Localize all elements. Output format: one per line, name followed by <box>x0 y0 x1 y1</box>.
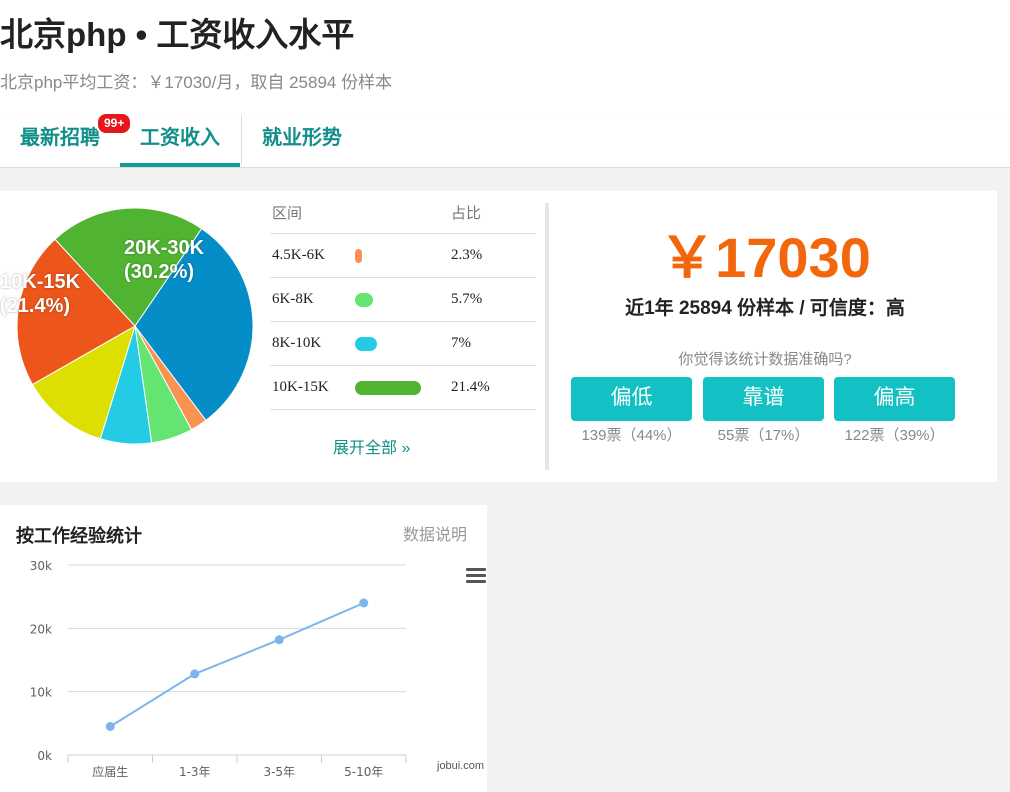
tab-employment-trend[interactable]: 就业形势 <box>242 115 362 165</box>
data-point[interactable] <box>359 598 369 608</box>
table-row: 6K-8K 5.7% <box>270 278 536 322</box>
row-pct: 2.3% <box>451 247 483 263</box>
tab-bar: 最新招聘 99+ 工资收入 就业形势 <box>0 112 1010 169</box>
experience-line-chart: 0k 10k 20k 30k 应届生 1-3年 3-5年 5-10年 <box>30 559 407 779</box>
vote-accurate-count: 55票（17%） <box>717 427 810 444</box>
row-pct: 5.7% <box>451 291 483 307</box>
pie-label-range: 20K-30K <box>124 237 205 259</box>
experience-panel: 按工作经验统计 数据说明 0k 10k 20k 30k 应届生 1-3年 3-5年 5-10年… <box>0 505 487 792</box>
x-tick-label: 应届生 <box>92 764 128 779</box>
row-pct: 7% <box>451 335 471 351</box>
salary-distribution-panel: 20K-30K (30.2%) 10K-15K (21.4%) 区间 占比 4.… <box>0 191 997 482</box>
header-range: 区间 <box>272 206 303 222</box>
pie-label-10k-15k: 10K-15K (21.4%) <box>0 270 80 318</box>
page-subtitle: 北京php平均工资：￥17030/月，取自 25894 份样本 <box>0 73 393 92</box>
average-salary: ￥17030 <box>659 226 871 289</box>
tab-label: 就业形势 <box>262 127 342 149</box>
vote-accurate-button[interactable]: 靠谱 <box>703 377 824 421</box>
row-bar <box>355 249 363 263</box>
vote-low-button[interactable]: 偏低 <box>571 377 692 421</box>
data-point[interactable] <box>105 722 115 731</box>
table-header: 区间 占比 <box>270 195 536 234</box>
tab-label: 最新招聘 <box>20 127 100 149</box>
pie-label-20k-30k: 20K-30K (30.2%) <box>124 236 204 284</box>
y-tick-label: 10k <box>30 686 52 700</box>
y-tick-label: 0k <box>37 749 52 763</box>
vote-low-count: 139票（44%） <box>581 427 682 444</box>
vote-high-count: 122票（39%） <box>844 427 945 444</box>
distribution-table: 区间 占比 4.5K-6K 2.3% 6K-8K 5.7% 8K-10K 7% … <box>270 195 536 410</box>
pie-label-range: 10K-15K <box>0 271 81 293</box>
sample-info: 近1年 25894 份样本 / 可信度：高 <box>625 298 905 319</box>
row-range: 6K-8K <box>272 291 314 307</box>
y-tick-label: 20k <box>30 622 52 636</box>
table-row: 10K-15K 21.4% <box>270 366 536 410</box>
row-bar <box>355 293 373 307</box>
x-tick-label: 3-5年 <box>263 765 295 779</box>
expand-all-link[interactable]: 展开全部 » <box>333 434 410 458</box>
x-tick-label: 1-3年 <box>179 765 211 779</box>
row-range: 4.5K-6K <box>272 247 325 263</box>
y-tick-label: 30k <box>30 559 52 573</box>
accuracy-question: 你觉得该统计数据准确吗? <box>678 351 852 368</box>
x-tick-label: 5-10年 <box>344 765 383 779</box>
row-range: 8K-10K <box>272 335 322 351</box>
tab-salary-income[interactable]: 工资收入 <box>120 115 240 167</box>
vertical-divider <box>545 203 549 470</box>
row-pct: 21.4% <box>451 379 490 395</box>
pie-label-pct: (30.2%) <box>124 261 195 283</box>
salary-pie-chart: 20K-30K (30.2%) 10K-15K (21.4%) <box>0 201 260 451</box>
table-row: 8K-10K 7% <box>270 322 536 366</box>
credit-text: jobui.com <box>437 760 485 772</box>
row-range: 10K-15K <box>272 379 329 395</box>
header-pct: 占比 <box>451 206 482 222</box>
data-point[interactable] <box>274 635 284 645</box>
row-bar <box>355 337 377 351</box>
tab-latest-jobs[interactable]: 最新招聘 99+ <box>0 112 133 165</box>
tab-label: 工资收入 <box>140 127 220 149</box>
table-row: 4.5K-6K 2.3% <box>270 234 536 278</box>
series-line <box>109 602 365 728</box>
row-bar <box>355 381 422 395</box>
vote-high-button[interactable]: 偏高 <box>834 377 955 421</box>
pie-label-pct: (21.4%) <box>0 295 71 317</box>
page-title: 北京php • 工资收入水平 <box>0 16 355 53</box>
data-point[interactable] <box>190 669 200 679</box>
